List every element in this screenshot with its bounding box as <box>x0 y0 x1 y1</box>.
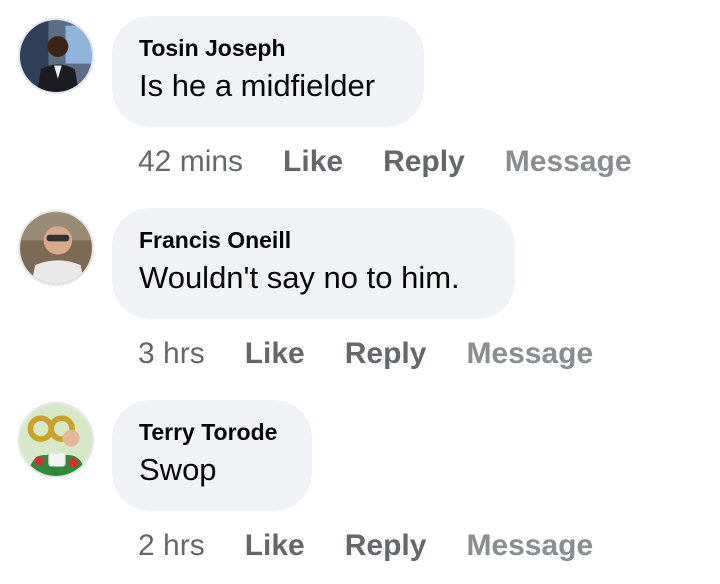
avatar[interactable] <box>18 210 94 286</box>
comment-actions: 3 hrs Like Reply Message <box>138 334 593 374</box>
reply-button[interactable]: Reply <box>345 337 427 371</box>
comment-bubble: Tosin Joseph Is he a midfielder <box>112 16 424 127</box>
comment-bubble: Francis Oneill Wouldn't say no to him. <box>112 208 515 319</box>
comment-text: Is he a midfielder <box>139 68 376 103</box>
avatar[interactable] <box>18 18 94 94</box>
message-button[interactable]: Message <box>466 529 593 563</box>
reply-button[interactable]: Reply <box>383 145 465 179</box>
avatar[interactable] <box>18 402 94 478</box>
message-button[interactable]: Message <box>505 145 632 179</box>
like-button[interactable]: Like <box>283 145 343 179</box>
reply-button[interactable]: Reply <box>345 529 427 563</box>
comment-actions: 42 mins Like Reply Message <box>138 142 632 182</box>
comment-timestamp[interactable]: 3 hrs <box>138 337 205 371</box>
like-button[interactable]: Like <box>245 337 305 371</box>
comment-author[interactable]: Terry Torode <box>139 418 285 446</box>
comment-text: Swop <box>139 452 217 487</box>
comment-bubble: Terry Torode Swop <box>112 400 312 511</box>
avatar-photo-icon <box>20 20 92 92</box>
like-button[interactable]: Like <box>245 529 305 563</box>
avatar-photo-icon <box>20 212 92 284</box>
comment-text: Wouldn't say no to him. <box>139 260 460 295</box>
avatar-photo-icon <box>20 404 92 476</box>
comment-author[interactable]: Francis Oneill <box>139 226 488 254</box>
comment-actions: 2 hrs Like Reply Message <box>138 526 593 566</box>
message-button[interactable]: Message <box>466 337 593 371</box>
comment-author[interactable]: Tosin Joseph <box>139 34 397 62</box>
comment-timestamp[interactable]: 42 mins <box>138 145 243 179</box>
comment-timestamp[interactable]: 2 hrs <box>138 529 205 563</box>
